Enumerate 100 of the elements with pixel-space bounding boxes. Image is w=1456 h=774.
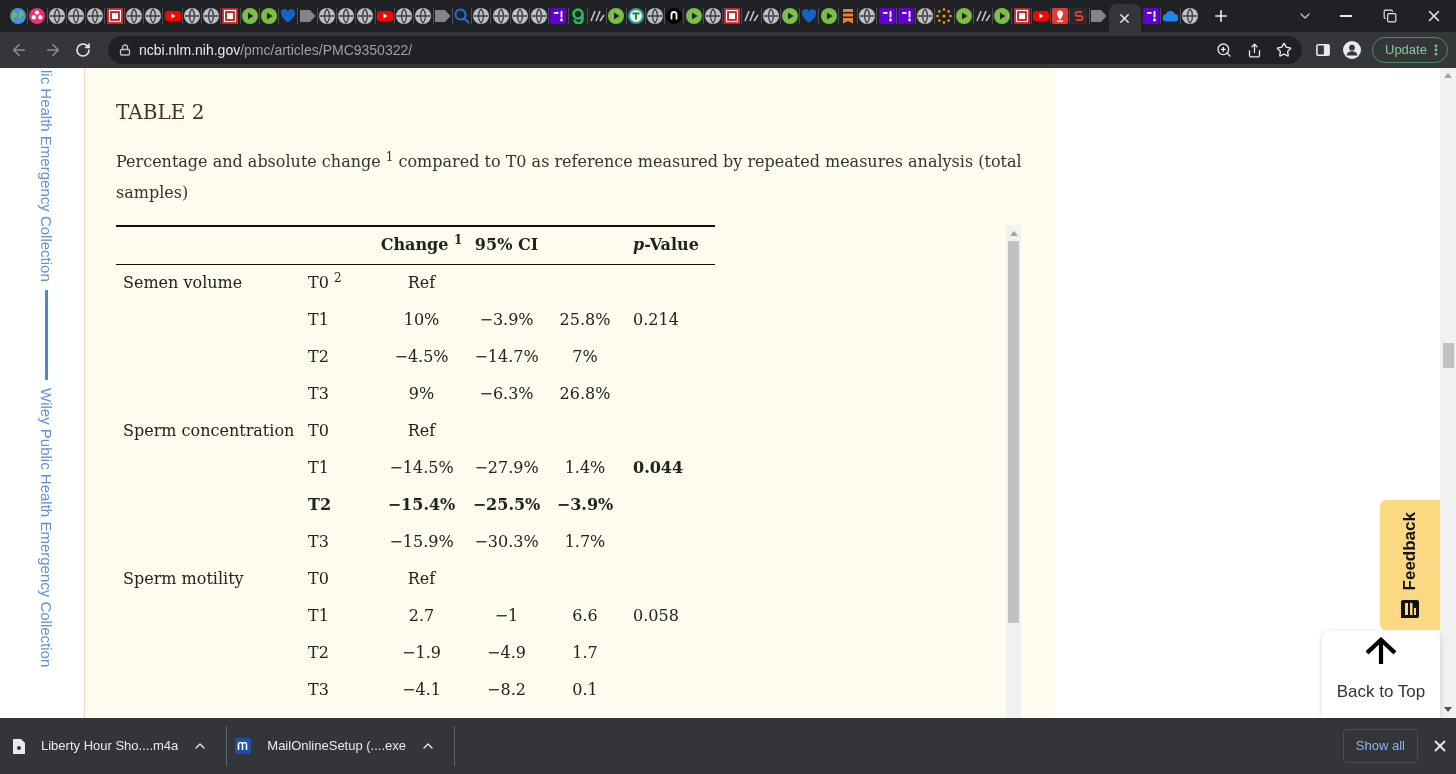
download-item[interactable]: MailOnlineSetup (....exe [227,726,407,766]
table-cell-text: 25.8% [558,308,612,331]
table-cell-text: T0 [307,567,330,590]
globe-icon [338,8,355,24]
logo-icon [222,8,239,24]
table-cell-text: T1 [307,604,330,627]
reload-icon [75,42,91,58]
table-cell: T0 $^{2}$ [300,264,375,301]
row-label: Semen volume [116,264,300,301]
zoom-in-icon [1216,42,1232,58]
scrollbar[interactable] [1006,225,1021,718]
side-panel-icon [1316,43,1330,57]
table-cell-text: T1 [307,308,330,331]
logo-icon [589,8,606,24]
cloud-icon [1162,8,1179,24]
globe-icon [87,8,104,24]
back-to-top-button[interactable]: Back to Top [1322,631,1440,718]
table-cell-text: T3 [307,678,330,701]
logo-icon [975,8,991,24]
table-cell-text: Ref [406,419,437,442]
table-cell-text: 1.7 [571,641,599,664]
arrow-tag-icon [1090,8,1107,24]
table-cell-text: −3.9% [555,493,615,516]
table-cell-text: −27.9% [473,456,540,479]
heart-icon [801,8,818,24]
arrow-tag-icon [434,8,451,24]
table-cell-text: 0.214 [632,308,680,331]
globe-icon [917,8,934,24]
table-cell-text: T2 [307,493,333,516]
column-header: 95% CI [468,226,545,264]
globe-icon [531,8,548,24]
arrow-tag-icon [299,8,316,24]
dotted-ring-icon [936,8,953,24]
show-all-button[interactable]: Show all [1342,729,1418,763]
file-icon [13,738,25,754]
browser-tab[interactable] [1108,4,1141,32]
download-item[interactable]: Liberty Hour Sho....m4a [0,726,179,766]
table-cell-text: 0.044 [632,456,685,479]
play-circle-icon [820,8,837,24]
play-circle-icon [782,8,798,24]
table-cell-text: 6.6 [571,604,599,627]
scrollbar[interactable] [1440,68,1456,718]
table-cell-text: −3.9% [478,308,535,331]
scroll-up-icon [1009,231,1018,236]
heart-icon [280,8,297,24]
play-circle-icon [608,8,625,24]
table-cell-text: −8.2 [486,678,527,701]
play-circle-icon [955,8,972,24]
globe-icon [473,8,490,24]
globe-icon [859,8,876,24]
logo-icon [569,8,586,24]
table-cell-text: −4.9 [486,641,527,664]
table-cell-text: 26.8% [558,382,612,405]
lock-icon [119,44,131,56]
video-play-icon [376,8,393,24]
globe-icon [183,8,200,24]
address-bar[interactable]: ncbi.nlm.nih.gov/pmc/articles/PMC9350322/ [108,36,1302,64]
column-header: Change $^{1}$ [375,226,468,264]
video-play-icon [1032,8,1049,24]
logo-icon [1143,8,1160,24]
flower-icon [29,8,46,24]
globe-icon [492,8,509,24]
table-cell-text: 1.4% [563,456,607,479]
globe-icon [415,8,432,24]
globe-icon [396,8,413,24]
feedback-button[interactable]: Feedback [1380,500,1440,630]
logo-icon [743,8,760,24]
table-cell-text: 10% [402,308,441,331]
logo-icon [1052,8,1069,24]
table-cell-text: T2 [307,641,330,664]
table-cell-text: T0 [307,419,330,442]
logo-icon [1013,8,1030,24]
play-circle-icon [994,8,1011,24]
table-cell-text: −25.5% [471,493,542,516]
logo-icon [235,738,252,754]
row-label: Sperm concentration [122,419,296,442]
arrow-right-icon [44,41,62,59]
scrollbar-thumb[interactable] [1442,343,1454,368]
restore-icon [1383,9,1397,23]
table-cell-text: T1 [307,456,330,479]
scroll-up-icon [1444,73,1452,78]
globe-icon [125,8,142,24]
chart-icon [1401,600,1419,619]
row-label: Sperm motility [122,567,245,590]
table-cell-text: −1 [493,604,520,627]
globe-icon [646,8,663,24]
table-title: TABLE 2 [116,99,205,126]
logo-icon [1071,8,1088,24]
url-text: ncbi.nlm.nih.gov/pmc/articles/PMC9350322/ [139,40,413,60]
table-cell-text: T3 [307,530,330,553]
logo-icon [106,8,123,24]
play-circle-icon [261,8,277,24]
table-cell-text: T3 [307,382,330,405]
table-cell-text: −6.3% [478,382,535,405]
scrollbar-thumb[interactable] [1008,241,1019,623]
logo-icon [627,8,644,24]
globe-icon [704,8,721,24]
table-caption: Percentage and absolute change $^{1}$ compared to T0 as reference measured by repeated measures analysis (total samples) [116,149,1023,204]
star-icon [1276,42,1292,58]
logo-icon [878,8,895,24]
